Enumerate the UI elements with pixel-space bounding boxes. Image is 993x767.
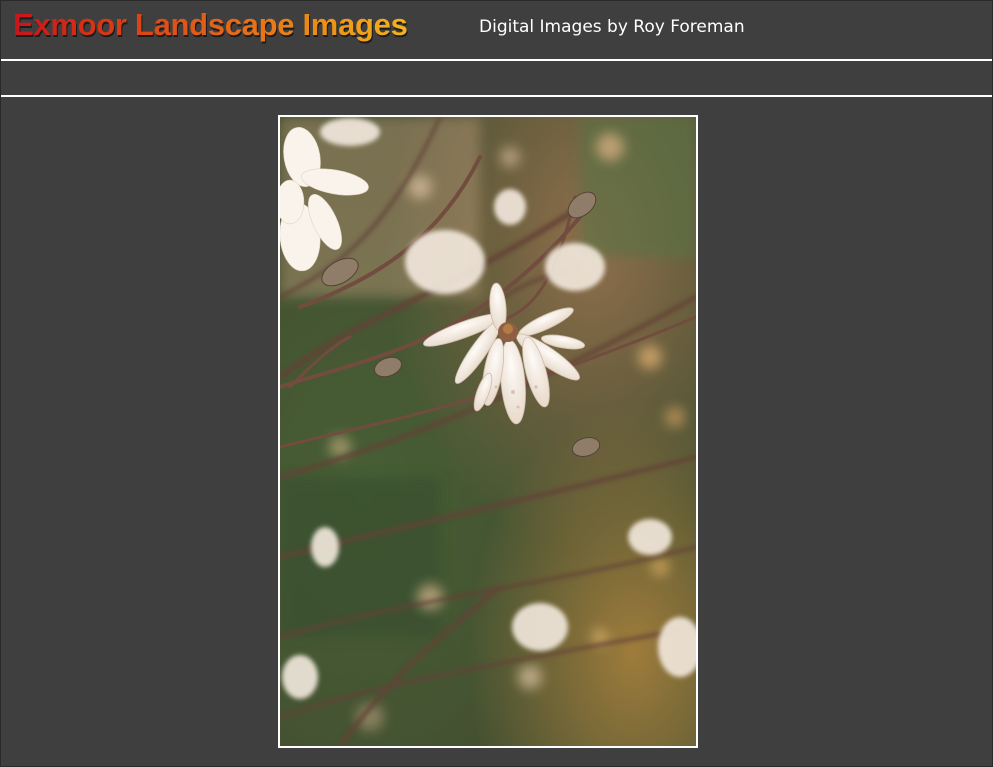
- page: Exmoor Landscape Images Digital Images b…: [0, 0, 993, 767]
- site-title[interactable]: Exmoor Landscape Images: [13, 7, 408, 43]
- photo-image: [280, 117, 696, 746]
- site-header: Exmoor Landscape Images Digital Images b…: [1, 1, 992, 59]
- magnolia-photo[interactable]: [278, 115, 698, 748]
- nav-bar: [1, 61, 992, 95]
- nav-divider: [1, 95, 992, 97]
- site-subtitle: Digital Images by Roy Foreman: [479, 17, 745, 37]
